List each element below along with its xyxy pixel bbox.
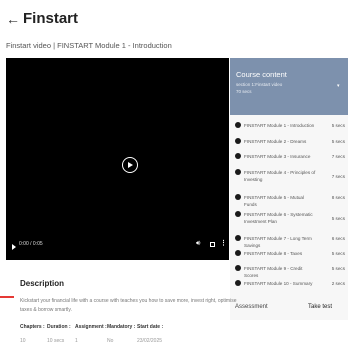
meta-value-chapters: 10 — [20, 338, 26, 344]
description-text: Kickstart your financial life with a cou… — [20, 298, 237, 313]
module-label: FINSTART Module 5 - Mutual Funds — [244, 195, 304, 207]
module-label: FINSTART Module 4 - Principles of Invest… — [244, 170, 316, 182]
meta-label-duration: Duration : — [47, 324, 71, 330]
take-test-button[interactable]: Take test — [308, 304, 332, 310]
play-circle-icon — [235, 235, 241, 241]
play-control-icon[interactable] — [12, 244, 16, 250]
meta-label-assignment: Assignment : — [75, 324, 107, 330]
play-circle-icon — [235, 250, 241, 256]
module-duration: 6 secs — [331, 236, 345, 241]
play-circle-icon — [235, 211, 241, 217]
video-time: 0:00 / 0:05 — [19, 241, 43, 247]
course-content-title: Course content — [236, 70, 287, 79]
meta-value-start-date: 23/02/2025 — [137, 338, 163, 344]
assessment-label: Assessment — [235, 304, 268, 310]
play-icon[interactable] — [122, 157, 138, 173]
module-duration: 7 secs — [331, 154, 345, 159]
module-label: FINSTART Module 3 - Insurance — [244, 154, 311, 159]
meta-value-mandatory: No — [107, 338, 114, 344]
play-circle-icon — [235, 122, 241, 128]
video-player[interactable] — [6, 58, 229, 260]
play-circle-icon — [235, 153, 241, 159]
module-duration: 5 secs — [331, 139, 345, 144]
play-circle-icon — [235, 169, 241, 175]
module-label: FINSTART Module 7 - Long Term Savings — [244, 236, 312, 248]
meta-label-chapters: Chapters : — [20, 324, 45, 330]
breadcrumb: Finstart video | FINSTART Module 1 - Int… — [6, 41, 172, 50]
chevron-down-icon[interactable]: ▾ — [337, 83, 340, 89]
meta-label-mandatory: Mandatory : — [107, 324, 136, 330]
play-circle-icon — [235, 138, 241, 144]
more-options-icon[interactable]: ⋮ — [220, 239, 227, 247]
course-content-panel: Course content section 1:Finstart video … — [230, 58, 348, 320]
meta-value-duration: 10 secs — [47, 338, 65, 344]
page-header: ← Finstart — [6, 10, 78, 28]
description-heading: Description — [20, 279, 65, 288]
play-circle-icon — [235, 280, 241, 286]
module-duration: 5 secs — [331, 251, 345, 256]
module-duration: 8 secs — [331, 195, 345, 200]
module-duration: 5 secs — [331, 216, 345, 221]
module-label: FINSTART Module 6 - Systematic Investmen… — [244, 212, 313, 224]
play-circle-icon — [235, 265, 241, 271]
module-label: FINSTART Module 9 - Credit Scores — [244, 266, 303, 278]
accent-marker — [0, 296, 14, 298]
meta-value-assignment: 1 — [75, 338, 78, 344]
module-duration: 2 secs — [331, 281, 345, 286]
module-label: FINSTART Module 2 - Dreams — [244, 139, 307, 144]
module-label: FINSTART Module 10 - Summary — [244, 281, 313, 286]
play-circle-icon — [235, 194, 241, 200]
module-duration: 5 secs — [331, 123, 345, 128]
section-duration: 70 secs — [236, 89, 252, 94]
volume-icon[interactable]: 🔊︎ — [196, 240, 200, 248]
fullscreen-icon[interactable] — [210, 242, 215, 247]
module-duration: 7 secs — [331, 174, 345, 179]
arrow-left-icon[interactable]: ← — [6, 10, 20, 28]
meta-label-start-date: Start date : — [137, 324, 164, 330]
module-label: FINSTART Module 1 - Introduction — [244, 123, 315, 128]
module-label: FINSTART Module 8 - Taxes — [244, 251, 303, 256]
module-duration: 5 secs — [331, 266, 345, 271]
section-label: section 1:Finstart video — [236, 82, 283, 87]
page-title: Finstart — [23, 10, 79, 27]
course-content-header[interactable]: Course content section 1:Finstart video … — [230, 58, 348, 115]
